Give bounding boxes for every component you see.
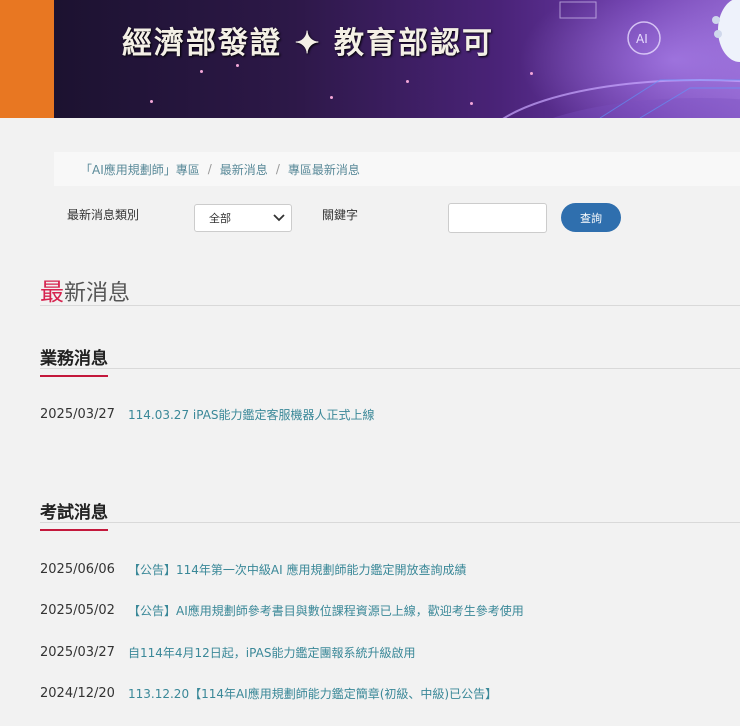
divider bbox=[40, 305, 740, 306]
star-decoration bbox=[150, 100, 153, 103]
news-link[interactable]: 【公告】AI應用規劃師參考書目與數位課程資源已上線，歡迎考生參考使用 bbox=[128, 602, 524, 619]
news-date: 2025/03/27 bbox=[40, 407, 115, 422]
page-title-accent: 最 bbox=[40, 278, 64, 306]
breadcrumb-separator: / bbox=[275, 162, 280, 176]
news-date: 2025/06/06 bbox=[40, 562, 115, 577]
star-decoration bbox=[200, 70, 203, 73]
banner-title: 經濟部發證 ✦ 教育部認可 bbox=[122, 26, 495, 61]
chevron-down-icon bbox=[273, 214, 285, 222]
star-decoration bbox=[406, 80, 409, 83]
news-item: 2025/03/27 自114年4月12日起，iPAS能力鑑定團報系統升級啟用 bbox=[40, 644, 415, 661]
news-date: 2025/05/02 bbox=[40, 603, 115, 618]
page-title: 最新消息 bbox=[40, 272, 130, 307]
news-date: 2024/12/20 bbox=[40, 686, 115, 701]
star-decoration bbox=[330, 96, 333, 99]
news-link[interactable]: 113.12.20【114年AI應用規劃師能力鑑定簡章(初級、中級)已公告】 bbox=[128, 685, 497, 702]
star-decoration bbox=[236, 64, 239, 67]
news-item: 2024/12/20 113.12.20【114年AI應用規劃師能力鑑定簡章(初… bbox=[40, 685, 497, 702]
news-link[interactable]: 114.03.27 iPAS能力鑑定客服機器人正式上線 bbox=[128, 406, 375, 423]
category-label: 最新消息類別 bbox=[67, 208, 140, 222]
divider bbox=[40, 368, 740, 369]
category-select-value: 全部 bbox=[209, 212, 231, 225]
svg-text:AI: AI bbox=[636, 32, 648, 46]
breadcrumb-item-news[interactable]: 最新消息 bbox=[220, 161, 268, 178]
keyword-label: 關鍵字 bbox=[322, 208, 359, 222]
section-title-exam: 考試消息 bbox=[40, 498, 108, 531]
divider bbox=[40, 522, 740, 523]
news-item: 2025/06/06 【公告】114年第一次中級AI 應用規劃師能力鑑定開放查詢… bbox=[40, 561, 466, 578]
category-select[interactable]: 全部 bbox=[194, 204, 292, 232]
breadcrumb-separator: / bbox=[207, 162, 212, 176]
keyword-input[interactable] bbox=[448, 203, 547, 233]
page-title-rest: 新消息 bbox=[64, 281, 131, 306]
breadcrumb-item-ai-zone[interactable]: 「AI應用規劃師」專區 bbox=[54, 161, 200, 178]
news-link[interactable]: 自114年4月12日起，iPAS能力鑑定團報系統升級啟用 bbox=[128, 644, 415, 661]
news-item: 2025/03/27 114.03.27 iPAS能力鑑定客服機器人正式上線 bbox=[40, 406, 375, 423]
star-decoration bbox=[530, 72, 533, 75]
banner: AI 經濟部發證 ✦ 教育部認可 bbox=[0, 0, 740, 118]
section-title-business: 業務消息 bbox=[40, 344, 108, 377]
news-item: 2025/05/02 【公告】AI應用規劃師參考書目與數位課程資源已上線，歡迎考… bbox=[40, 602, 524, 619]
star-decoration bbox=[470, 102, 473, 105]
breadcrumb-item-zone-news[interactable]: 專區最新消息 bbox=[288, 161, 360, 178]
search-button[interactable]: 查詢 bbox=[561, 203, 621, 232]
breadcrumb: 「AI應用規劃師」專區 / 最新消息 / 專區最新消息 bbox=[54, 152, 740, 186]
news-date: 2025/03/27 bbox=[40, 645, 115, 660]
news-link[interactable]: 【公告】114年第一次中級AI 應用規劃師能力鑑定開放查詢成績 bbox=[128, 561, 466, 578]
